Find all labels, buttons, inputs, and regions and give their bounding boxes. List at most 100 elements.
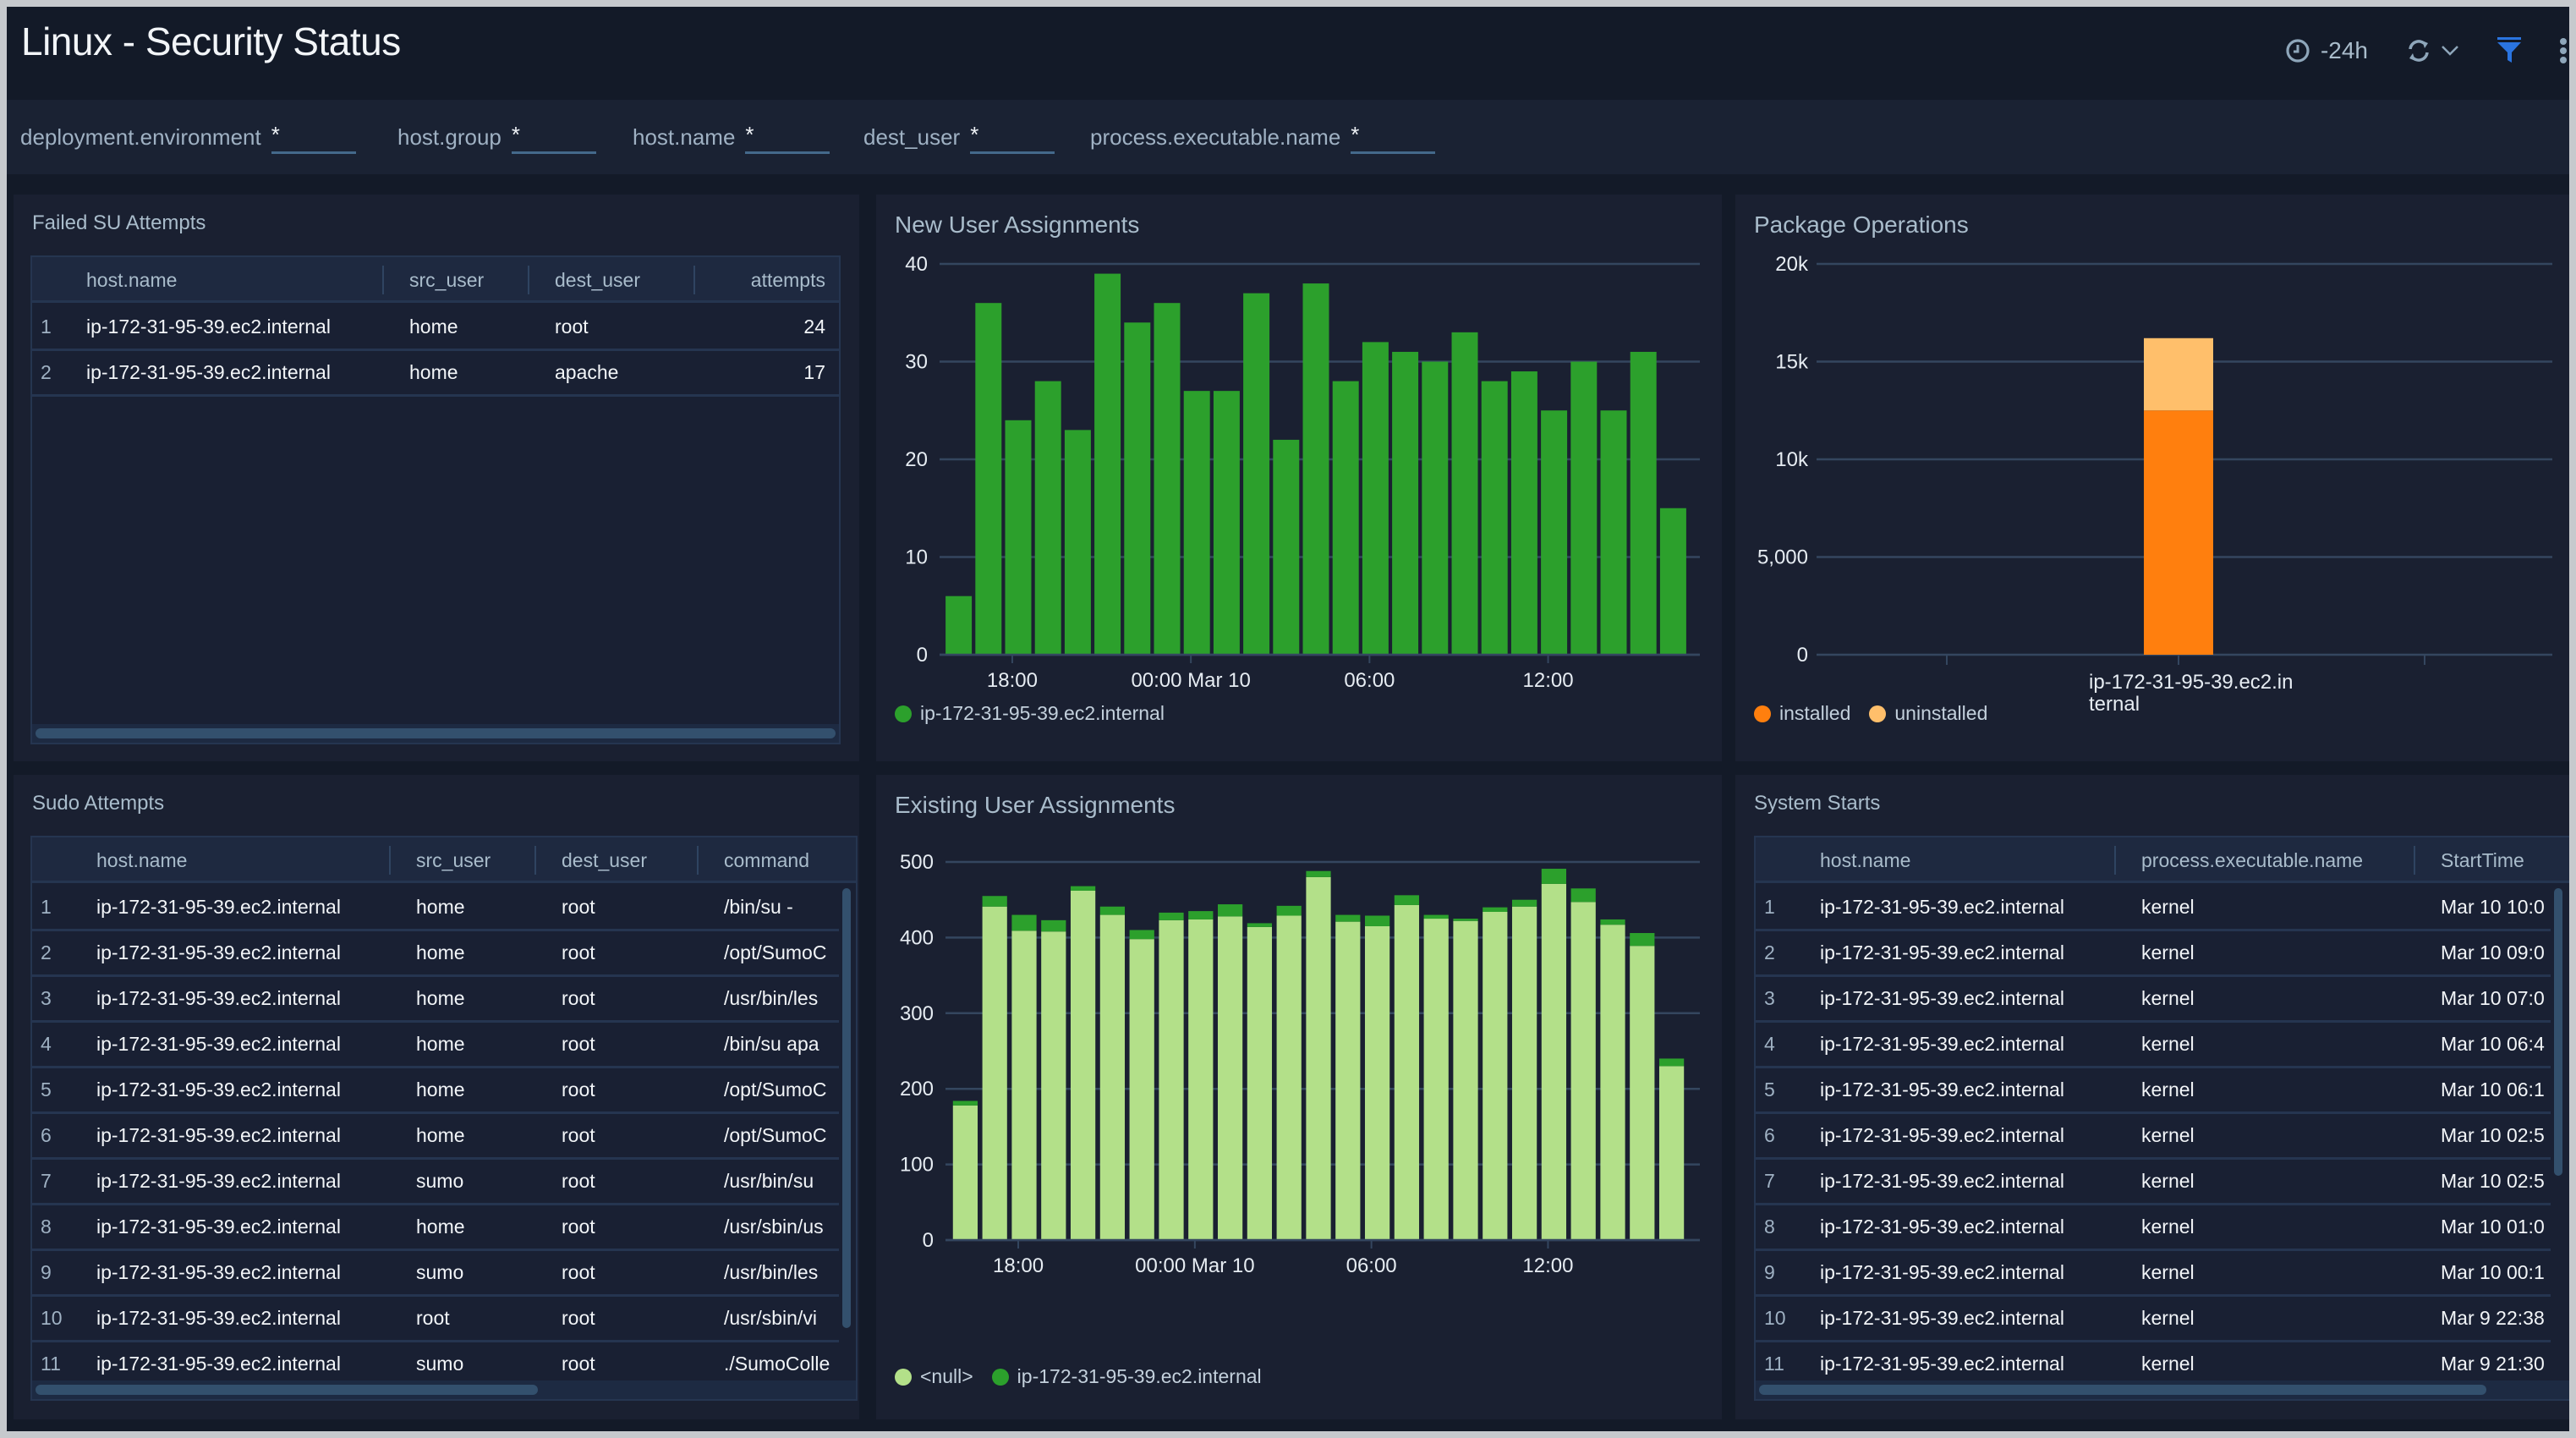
table-row[interactable]: 4 ip-172-31-95-39.ec2.internal home root/bi… bbox=[32, 1023, 839, 1068]
column-header-host-name[interactable]: host.name bbox=[96, 837, 187, 883]
table-row[interactable]: 8 ip-172-31-95-39.ec2.internal home root/us… bbox=[32, 1205, 839, 1251]
column-header-process-executable-name[interactable]: process.executable.name bbox=[2141, 837, 2363, 883]
column-divider[interactable] bbox=[693, 266, 695, 294]
bar-secondary bbox=[1511, 899, 1537, 907]
table-row[interactable]: 6 ip-172-31-95-39.ec2.internal kernel Mar 1… bbox=[1756, 1114, 2551, 1160]
cell-src-user: home bbox=[416, 1033, 465, 1055]
cell-src-user: home bbox=[416, 1078, 465, 1100]
horizontal-scrollbar[interactable] bbox=[1759, 1385, 2486, 1395]
filter-input[interactable]: * bbox=[1351, 120, 1436, 154]
x-tick-label: 00:00 Mar 10 bbox=[1131, 669, 1250, 692]
legend-item[interactable]: ip-172-31-95-39.ec2.internal bbox=[991, 1365, 1262, 1388]
bar-uninstalled bbox=[2144, 338, 2213, 411]
refresh-button[interactable] bbox=[2405, 38, 2459, 63]
cell-command: /opt/SumoC bbox=[724, 941, 827, 963]
column-divider[interactable] bbox=[697, 846, 699, 875]
cell-start-time: Mar 10 00:1 bbox=[2441, 1261, 2545, 1283]
filter-input[interactable]: * bbox=[511, 120, 596, 154]
cell-process-executable-name: kernel bbox=[2141, 896, 2195, 918]
cell-dest-user: root bbox=[562, 1307, 595, 1329]
table-row[interactable]: 5 ip-172-31-95-39.ec2.internal kernel Mar 1… bbox=[1756, 1068, 2551, 1114]
table-row[interactable]: 7 ip-172-31-95-39.ec2.internal kernel Mar 1… bbox=[1756, 1160, 2551, 1205]
failed-su-table: host.name src_user dest_user attempts 1 i… bbox=[30, 255, 841, 744]
y-tick-label: 5,000 bbox=[1757, 546, 1808, 569]
sudo-attempts-panel: Sudo Attempts host.name src_user dest_us… bbox=[14, 775, 859, 1419]
column-divider[interactable] bbox=[2114, 846, 2116, 875]
table-row[interactable]: 10 ip-172-31-95-39.ec2.internal root root/u… bbox=[32, 1297, 839, 1342]
y-tick-label: 15k bbox=[1775, 351, 1809, 374]
cell-dest-user: apache bbox=[555, 361, 619, 383]
column-divider[interactable] bbox=[382, 266, 384, 294]
legend-swatch-icon bbox=[1869, 705, 1887, 722]
table-row[interactable]: 1 ip-172-31-95-39.ec2.internal home root/bi… bbox=[32, 886, 839, 931]
column-divider[interactable] bbox=[389, 846, 391, 875]
table-row[interactable]: 8 ip-172-31-95-39.ec2.internal kernel Mar 1… bbox=[1756, 1205, 2551, 1251]
legend-item[interactable]: uninstalled bbox=[1869, 702, 1987, 725]
bar-secondary bbox=[1188, 911, 1214, 919]
column-divider[interactable] bbox=[528, 266, 529, 294]
bar-secondary bbox=[1306, 870, 1331, 877]
column-header-host-name[interactable]: host.name bbox=[86, 257, 177, 303]
filter-input[interactable]: * bbox=[970, 120, 1055, 154]
table-row[interactable]: 2 ip-172-31-95-39.ec2.internal kernel Mar 1… bbox=[1756, 931, 2551, 977]
cell-host-name: ip-172-31-95-39.ec2.internal bbox=[86, 361, 331, 383]
y-tick-label: 0 bbox=[923, 1229, 934, 1252]
cell-command: /usr/bin/su bbox=[724, 1170, 814, 1192]
cell-row-number: 10 bbox=[1764, 1307, 1786, 1329]
vertical-scrollbar[interactable] bbox=[842, 888, 851, 1328]
table-row[interactable]: 3 ip-172-31-95-39.ec2.internal home root/us… bbox=[32, 977, 839, 1023]
existing-user-assignments-panel: Existing User Assignments 0 100 200 300 400 5… bbox=[876, 775, 1722, 1419]
filter-input[interactable]: * bbox=[271, 120, 356, 154]
cell-row-number: 2 bbox=[1764, 941, 1775, 963]
horizontal-scrollbar[interactable] bbox=[36, 728, 836, 738]
more-options-button[interactable] bbox=[2559, 37, 2568, 64]
table-row[interactable]: 9 ip-172-31-95-39.ec2.internal kernel Mar 1… bbox=[1756, 1251, 2551, 1297]
clock-icon bbox=[2285, 38, 2310, 63]
legend-swatch-icon bbox=[895, 1368, 912, 1386]
legend-item[interactable]: <null> bbox=[895, 1365, 973, 1388]
system-starts-panel: System Starts host.name process.executab… bbox=[1735, 775, 2569, 1419]
system-starts-table: host.name process.executable.name StartT… bbox=[1754, 836, 2569, 1401]
column-header-dest-user[interactable]: dest_user bbox=[562, 837, 647, 883]
column-header-src-user[interactable]: src_user bbox=[409, 257, 484, 303]
bar-primary bbox=[1276, 915, 1302, 1240]
bar-secondary bbox=[1129, 930, 1154, 940]
column-header-dest-user[interactable]: dest_user bbox=[555, 257, 640, 303]
cell-host-name: ip-172-31-95-39.ec2.internal bbox=[1820, 1033, 2064, 1055]
column-header-command[interactable]: command bbox=[724, 837, 809, 883]
column-divider[interactable] bbox=[534, 846, 536, 875]
table-row[interactable]: 7 ip-172-31-95-39.ec2.internal sumo root/us… bbox=[32, 1160, 839, 1205]
column-header-start-time[interactable]: StartTime bbox=[2441, 837, 2524, 883]
table-row[interactable]: 10 ip-172-31-95-39.ec2.internal kernel Mar … bbox=[1756, 1297, 2551, 1342]
cell-row-number: 10 bbox=[41, 1307, 63, 1329]
horizontal-scrollbar[interactable] bbox=[36, 1385, 538, 1395]
vertical-scrollbar[interactable] bbox=[2554, 888, 2562, 1176]
table-row[interactable]: 5 ip-172-31-95-39.ec2.internal home root/op… bbox=[32, 1068, 839, 1114]
panel-title: Failed SU Attempts bbox=[32, 211, 206, 234]
table-row[interactable]: 9 ip-172-31-95-39.ec2.internal sumo root/us… bbox=[32, 1251, 839, 1297]
x-tick-label: 06:00 bbox=[1344, 669, 1395, 692]
column-divider[interactable] bbox=[2414, 846, 2415, 875]
filter-input[interactable]: * bbox=[745, 120, 830, 154]
legend-item[interactable]: installed bbox=[1754, 702, 1850, 725]
table-row[interactable]: 2 ip-172-31-95-39.ec2.internal home apache 1… bbox=[32, 351, 839, 397]
table-row[interactable]: 4 ip-172-31-95-39.ec2.internal kernel Mar 1… bbox=[1756, 1023, 2551, 1068]
bar-secondary bbox=[982, 896, 1007, 907]
cell-start-time: Mar 9 22:38 bbox=[2441, 1307, 2545, 1329]
table-row[interactable]: 2 ip-172-31-95-39.ec2.internal home root/op… bbox=[32, 931, 839, 977]
legend-item[interactable]: ip-172-31-95-39.ec2.internal bbox=[895, 702, 1165, 725]
bar-primary bbox=[1659, 508, 1686, 655]
table-row[interactable]: 1 ip-172-31-95-39.ec2.internal home root 24 bbox=[32, 305, 839, 351]
column-header-attempts[interactable]: attempts bbox=[751, 257, 825, 303]
cell-host-name: ip-172-31-95-39.ec2.internal bbox=[96, 941, 341, 963]
time-range-button[interactable]: -24h bbox=[2285, 37, 2368, 64]
table-row[interactable]: 3 ip-172-31-95-39.ec2.internal kernel Mar 1… bbox=[1756, 977, 2551, 1023]
bar-primary bbox=[1041, 931, 1066, 1240]
table-row[interactable]: 6 ip-172-31-95-39.ec2.internal home root/op… bbox=[32, 1114, 839, 1160]
cell-process-executable-name: kernel bbox=[2141, 1216, 2195, 1238]
column-header-host-name[interactable]: host.name bbox=[1820, 837, 1910, 883]
column-header-src-user[interactable]: src_user bbox=[416, 837, 491, 883]
table-row[interactable]: 1 ip-172-31-95-39.ec2.internal kernel Mar 1… bbox=[1756, 886, 2551, 931]
filter-button[interactable] bbox=[2497, 37, 2522, 64]
cell-host-name: ip-172-31-95-39.ec2.internal bbox=[96, 1216, 341, 1238]
